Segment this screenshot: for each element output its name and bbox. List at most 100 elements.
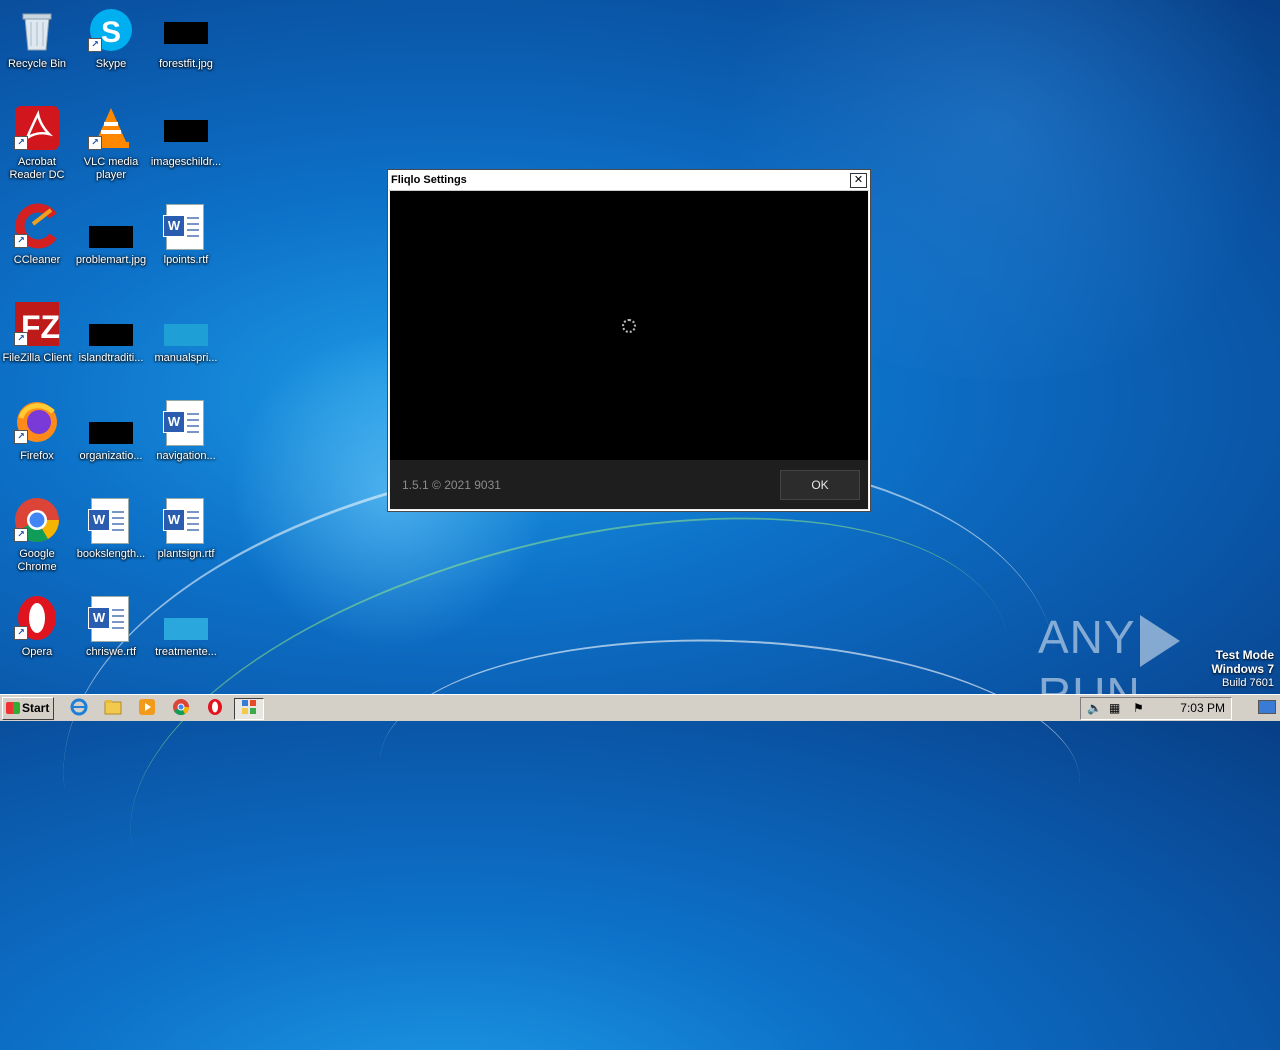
opera-icon: ↗ <box>13 594 61 642</box>
show-desktop-icon[interactable] <box>1258 700 1276 714</box>
media-player-icon[interactable] <box>136 698 158 718</box>
system-tray: 🔈 ▦ ⚑ 7:03 PM <box>1080 697 1232 720</box>
desktop-icon-label: Firefox <box>20 450 54 462</box>
desktop-icon-label: forestfit.jpg <box>159 58 213 70</box>
windows-flag-icon <box>6 702 20 714</box>
internet-explorer-icon[interactable] <box>68 698 90 718</box>
action-center-flag-icon[interactable]: ⚑ <box>1133 701 1144 715</box>
desktop-icon-manualspri[interactable]: manualspri... <box>149 300 223 365</box>
test-mode-label: Test Mode <box>1215 648 1274 662</box>
desktop-icon-label: Skype <box>95 58 127 70</box>
desktop-icon-treatmente[interactable]: treatmente... <box>149 594 223 659</box>
desktop-icon-label: FileZilla Client <box>2 352 72 364</box>
shortcut-arrow-icon: ↗ <box>14 528 28 542</box>
explorer-folder-icon[interactable] <box>102 698 124 718</box>
desktop-icon-label: lpoints.rtf <box>163 254 209 266</box>
start-button[interactable]: Start <box>2 697 54 720</box>
desktop-icon-ccleaner[interactable]: ↗ CCleaner <box>0 202 74 267</box>
word-document-icon: W <box>162 398 210 446</box>
os-label: Windows 7 <box>1211 662 1274 676</box>
play-icon <box>1139 614 1180 667</box>
watermark-brand-left: ANY <box>1038 611 1136 663</box>
desktop-icon-label: Opera <box>21 646 53 658</box>
desktop-icon-label: VLC media player <box>83 156 139 181</box>
volume-icon[interactable]: 🔈 <box>1087 701 1102 715</box>
desktop-icon-label: organizatio... <box>79 450 143 462</box>
shortcut-arrow-icon: ↗ <box>14 430 28 444</box>
desktop-icon-label: Acrobat Reader DC <box>9 156 65 181</box>
shortcut-arrow-icon: ↗ <box>14 136 28 150</box>
start-label: Start <box>22 701 50 715</box>
version-text: 1.5.1 © 2021 9031 <box>402 478 501 492</box>
shortcut-arrow-icon: ↗ <box>14 234 28 248</box>
desktop-icon-forestfit[interactable]: forestfit.jpg <box>149 6 223 71</box>
recycle-bin-icon <box>13 6 61 54</box>
desktop-icon-filezilla[interactable]: FZ ↗ FileZilla Client <box>0 300 74 365</box>
desktop-icon-label: Google Chrome <box>17 548 57 573</box>
vlc-icon: ↗ <box>87 104 135 152</box>
fliqlo-settings-dialog: Fliqlo Settings ✕ 1.5.1 © 2021 9031 OK <box>387 169 871 512</box>
desktop-icon-label: bookslength... <box>76 548 146 560</box>
desktop-icon-lpoints[interactable]: W lpoints.rtf <box>149 202 223 267</box>
image-file-icon <box>162 300 210 348</box>
clock[interactable]: 7:03 PM <box>1180 701 1225 715</box>
word-document-icon: W <box>162 202 210 250</box>
desktop-icon-label: manualspri... <box>154 352 218 364</box>
desktop-icon-firefox[interactable]: ↗ Firefox <box>0 398 74 463</box>
build-label: Build 7601 <box>1222 677 1274 689</box>
word-document-icon: W <box>162 496 210 544</box>
desktop-icon-chriswe[interactable]: W chriswe.rtf <box>74 594 148 659</box>
desktop-icon-bookslength[interactable]: W bookslength... <box>74 496 148 561</box>
desktop-icon-label: problemart.jpg <box>75 254 147 266</box>
desktop-icon-islandtraditi[interactable]: islandtraditi... <box>74 300 148 365</box>
test-mode-notice: Test Mode Windows 7 Build 7601 <box>1211 648 1274 690</box>
network-icon[interactable]: ▦ <box>1109 701 1120 715</box>
desktop-icon-acrobat[interactable]: ↗ Acrobat Reader DC <box>0 104 74 182</box>
desktop-icon-label: navigation... <box>156 450 216 462</box>
shortcut-arrow-icon: ↗ <box>14 626 28 640</box>
dialog-titlebar[interactable]: Fliqlo Settings ✕ <box>389 171 869 191</box>
acrobat-icon: ↗ <box>13 104 61 152</box>
desktop-icon-label: chriswe.rtf <box>85 646 137 658</box>
chrome-icon[interactable] <box>170 698 192 718</box>
shortcut-arrow-icon: ↗ <box>88 136 102 150</box>
desktop-icon-imageschildr[interactable]: imageschildr... <box>149 104 223 169</box>
skype-icon: S ↗ <box>87 6 135 54</box>
desktop-icon-organizatio[interactable]: organizatio... <box>74 398 148 463</box>
image-file-icon <box>162 6 210 54</box>
desktop-icon-label: islandtraditi... <box>78 352 144 364</box>
desktop-icon-label: Recycle Bin <box>7 58 67 70</box>
taskbar: Start 🔈 ▦ ⚑ 7:03 PM <box>0 694 1280 721</box>
shortcut-arrow-icon: ↗ <box>88 38 102 52</box>
desktop-icon-label: CCleaner <box>13 254 61 266</box>
desktop-icon-label: plantsign.rtf <box>157 548 215 560</box>
desktop-icon-recycle-bin[interactable]: Recycle Bin <box>0 6 74 71</box>
word-document-icon: W <box>87 594 135 642</box>
desktop-icon-chrome[interactable]: ↗ Google Chrome <box>0 496 74 574</box>
shortcut-arrow-icon: ↗ <box>14 332 28 346</box>
image-file-icon <box>87 398 135 446</box>
image-file-icon <box>87 300 135 348</box>
filezilla-icon: FZ ↗ <box>13 300 61 348</box>
dialog-footer: 1.5.1 © 2021 9031 OK <box>390 460 868 509</box>
dialog-title: Fliqlo Settings <box>391 174 467 186</box>
image-file-icon <box>162 104 210 152</box>
image-file-icon <box>87 202 135 250</box>
desktop-icon-skype[interactable]: S ↗ Skype <box>74 6 148 71</box>
ok-button[interactable]: OK <box>780 470 860 500</box>
word-document-icon: W <box>87 496 135 544</box>
close-button[interactable]: ✕ <box>850 173 867 188</box>
desktop-icon-vlc[interactable]: ↗ VLC media player <box>74 104 148 182</box>
firefox-icon: ↗ <box>13 398 61 446</box>
desktop-icon-plantsign[interactable]: W plantsign.rtf <box>149 496 223 561</box>
ccleaner-icon: ↗ <box>13 202 61 250</box>
dialog-content <box>390 191 868 460</box>
desktop-icon-navigation[interactable]: W navigation... <box>149 398 223 463</box>
desktop-icon-label: treatmente... <box>155 646 217 658</box>
desktop-icon-problemart[interactable]: problemart.jpg <box>74 202 148 267</box>
fliqlo-app-icon[interactable] <box>234 698 264 720</box>
desktop-icon-opera[interactable]: ↗ Opera <box>0 594 74 659</box>
opera-icon[interactable] <box>204 698 226 718</box>
loading-spinner-icon <box>622 319 636 333</box>
close-icon: ✕ <box>853 174 864 186</box>
